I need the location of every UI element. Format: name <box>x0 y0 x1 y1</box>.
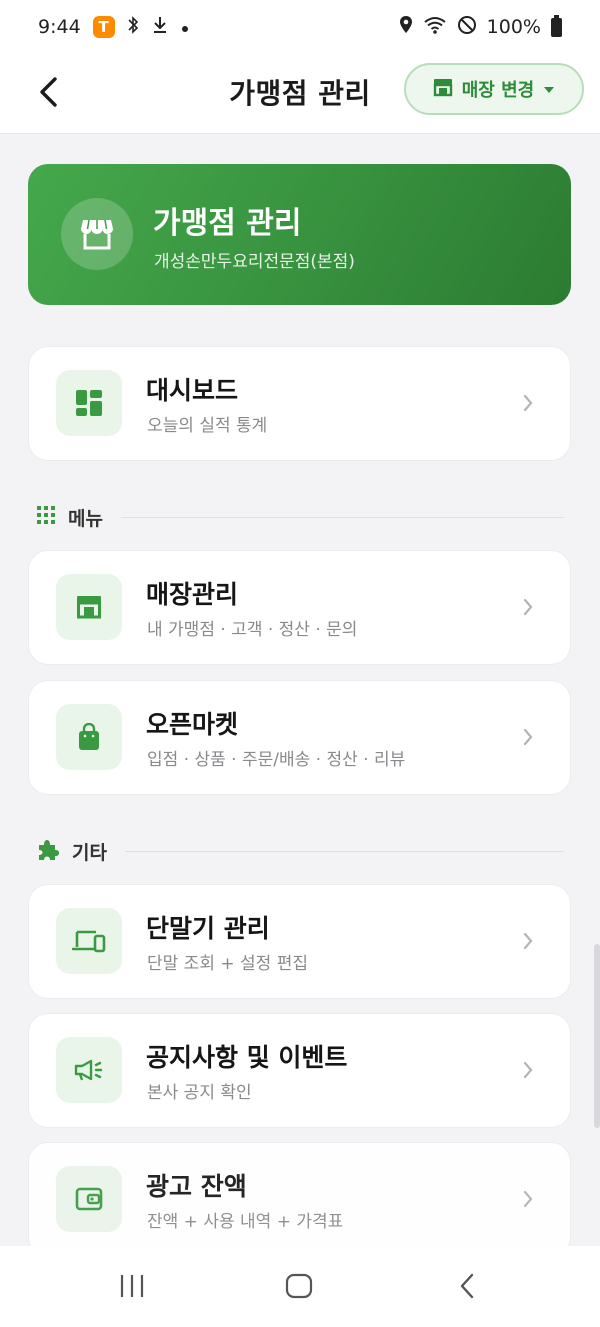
section-label: 메뉴 <box>68 507 103 530</box>
section-label: 기타 <box>72 841 107 864</box>
card-subtitle: 잔액 + 사용 내역 + 가격표 <box>147 1212 344 1232</box>
card-subtitle: 입점 · 상품 · 주문/배송 · 정산 · 리뷰 <box>147 750 406 770</box>
chevron-left-icon <box>40 77 57 107</box>
wallet-icon <box>56 1166 122 1232</box>
home-button[interactable] <box>269 1266 329 1306</box>
chevron-right-icon <box>523 932 533 950</box>
chevron-right-icon <box>523 394 533 412</box>
card-subtitle: 본사 공지 확인 <box>147 1083 252 1103</box>
wifi-icon <box>423 15 447 40</box>
location-icon <box>399 15 413 40</box>
notice-event-card[interactable]: 공지사항 및 이벤트 본사 공지 확인 <box>28 1013 571 1128</box>
section-divider <box>120 516 564 518</box>
megaphone-icon <box>56 1037 122 1103</box>
back-icon <box>460 1273 474 1299</box>
battery-percent: 100% <box>486 16 541 38</box>
do-not-disturb-icon <box>457 15 477 40</box>
card-subtitle: 내 가맹점 · 고객 · 정산 · 문의 <box>147 620 358 640</box>
storefront-icon <box>61 198 133 270</box>
puzzle-icon <box>36 837 60 865</box>
card-title: 단말기 관리 <box>146 914 270 943</box>
status-time: 9:44 <box>38 16 81 38</box>
back-button[interactable] <box>28 72 68 112</box>
dashboard-icon <box>56 370 122 436</box>
app-bar: 가맹점 관리 매장 변경 <box>0 54 600 134</box>
status-bar: 9:44 T 100% <box>0 0 600 54</box>
grid-icon <box>36 505 56 529</box>
dot-icon <box>181 16 189 38</box>
download-icon <box>151 15 169 40</box>
home-icon <box>285 1273 313 1299</box>
caret-down-icon <box>542 79 556 100</box>
card-title: 공지사항 및 이벤트 <box>146 1043 348 1072</box>
franchise-header-card: 가맹점 관리 개성손만두요리전문점(본점) <box>28 164 571 305</box>
chevron-right-icon <box>523 1061 533 1079</box>
shopping-bag-icon <box>56 704 122 770</box>
hero-title: 가맹점 관리 <box>153 206 302 241</box>
dashboard-card[interactable]: 대시보드 오늘의 실적 통계 <box>28 346 571 461</box>
devices-icon <box>56 908 122 974</box>
section-header-menu: 메뉴 <box>36 502 564 532</box>
store-icon <box>56 574 122 640</box>
app-notification-icon: T <box>92 16 115 38</box>
open-market-card[interactable]: 오픈마켓 입점 · 상품 · 주문/배송 · 정산 · 리뷰 <box>28 680 571 795</box>
chevron-right-icon <box>523 1190 533 1208</box>
bluetooth-icon <box>127 15 139 40</box>
chevron-right-icon <box>523 598 533 616</box>
scrollbar[interactable] <box>594 944 600 1128</box>
card-title: 대시보드 <box>146 376 239 405</box>
card-title: 광고 잔액 <box>146 1172 247 1201</box>
system-back-button[interactable] <box>437 1266 497 1306</box>
system-nav-bar <box>0 1246 600 1327</box>
store-icon <box>432 77 454 102</box>
chevron-right-icon <box>523 728 533 746</box>
card-subtitle: 오늘의 실적 통계 <box>147 416 268 436</box>
store-management-card[interactable]: 매장관리 내 가맹점 · 고객 · 정산 · 문의 <box>28 550 571 665</box>
store-change-label: 매장 변경 <box>461 80 535 101</box>
section-divider <box>124 850 564 852</box>
recent-apps-icon <box>120 1275 144 1297</box>
battery-icon <box>551 14 562 37</box>
store-name: 개성손만두요리전문점(본점) <box>154 252 355 272</box>
card-title: 오픈마켓 <box>146 710 239 739</box>
store-change-button[interactable]: 매장 변경 <box>404 63 584 115</box>
card-subtitle: 단말 조회 + 설정 편집 <box>147 954 308 974</box>
card-title: 매장관리 <box>146 580 239 609</box>
recent-apps-button[interactable] <box>102 1266 162 1306</box>
section-header-etc: 기타 <box>36 836 564 866</box>
terminal-management-card[interactable]: 단말기 관리 단말 조회 + 설정 편집 <box>28 884 571 999</box>
ad-balance-card[interactable]: 광고 잔액 잔액 + 사용 내역 + 가격표 <box>28 1142 571 1257</box>
